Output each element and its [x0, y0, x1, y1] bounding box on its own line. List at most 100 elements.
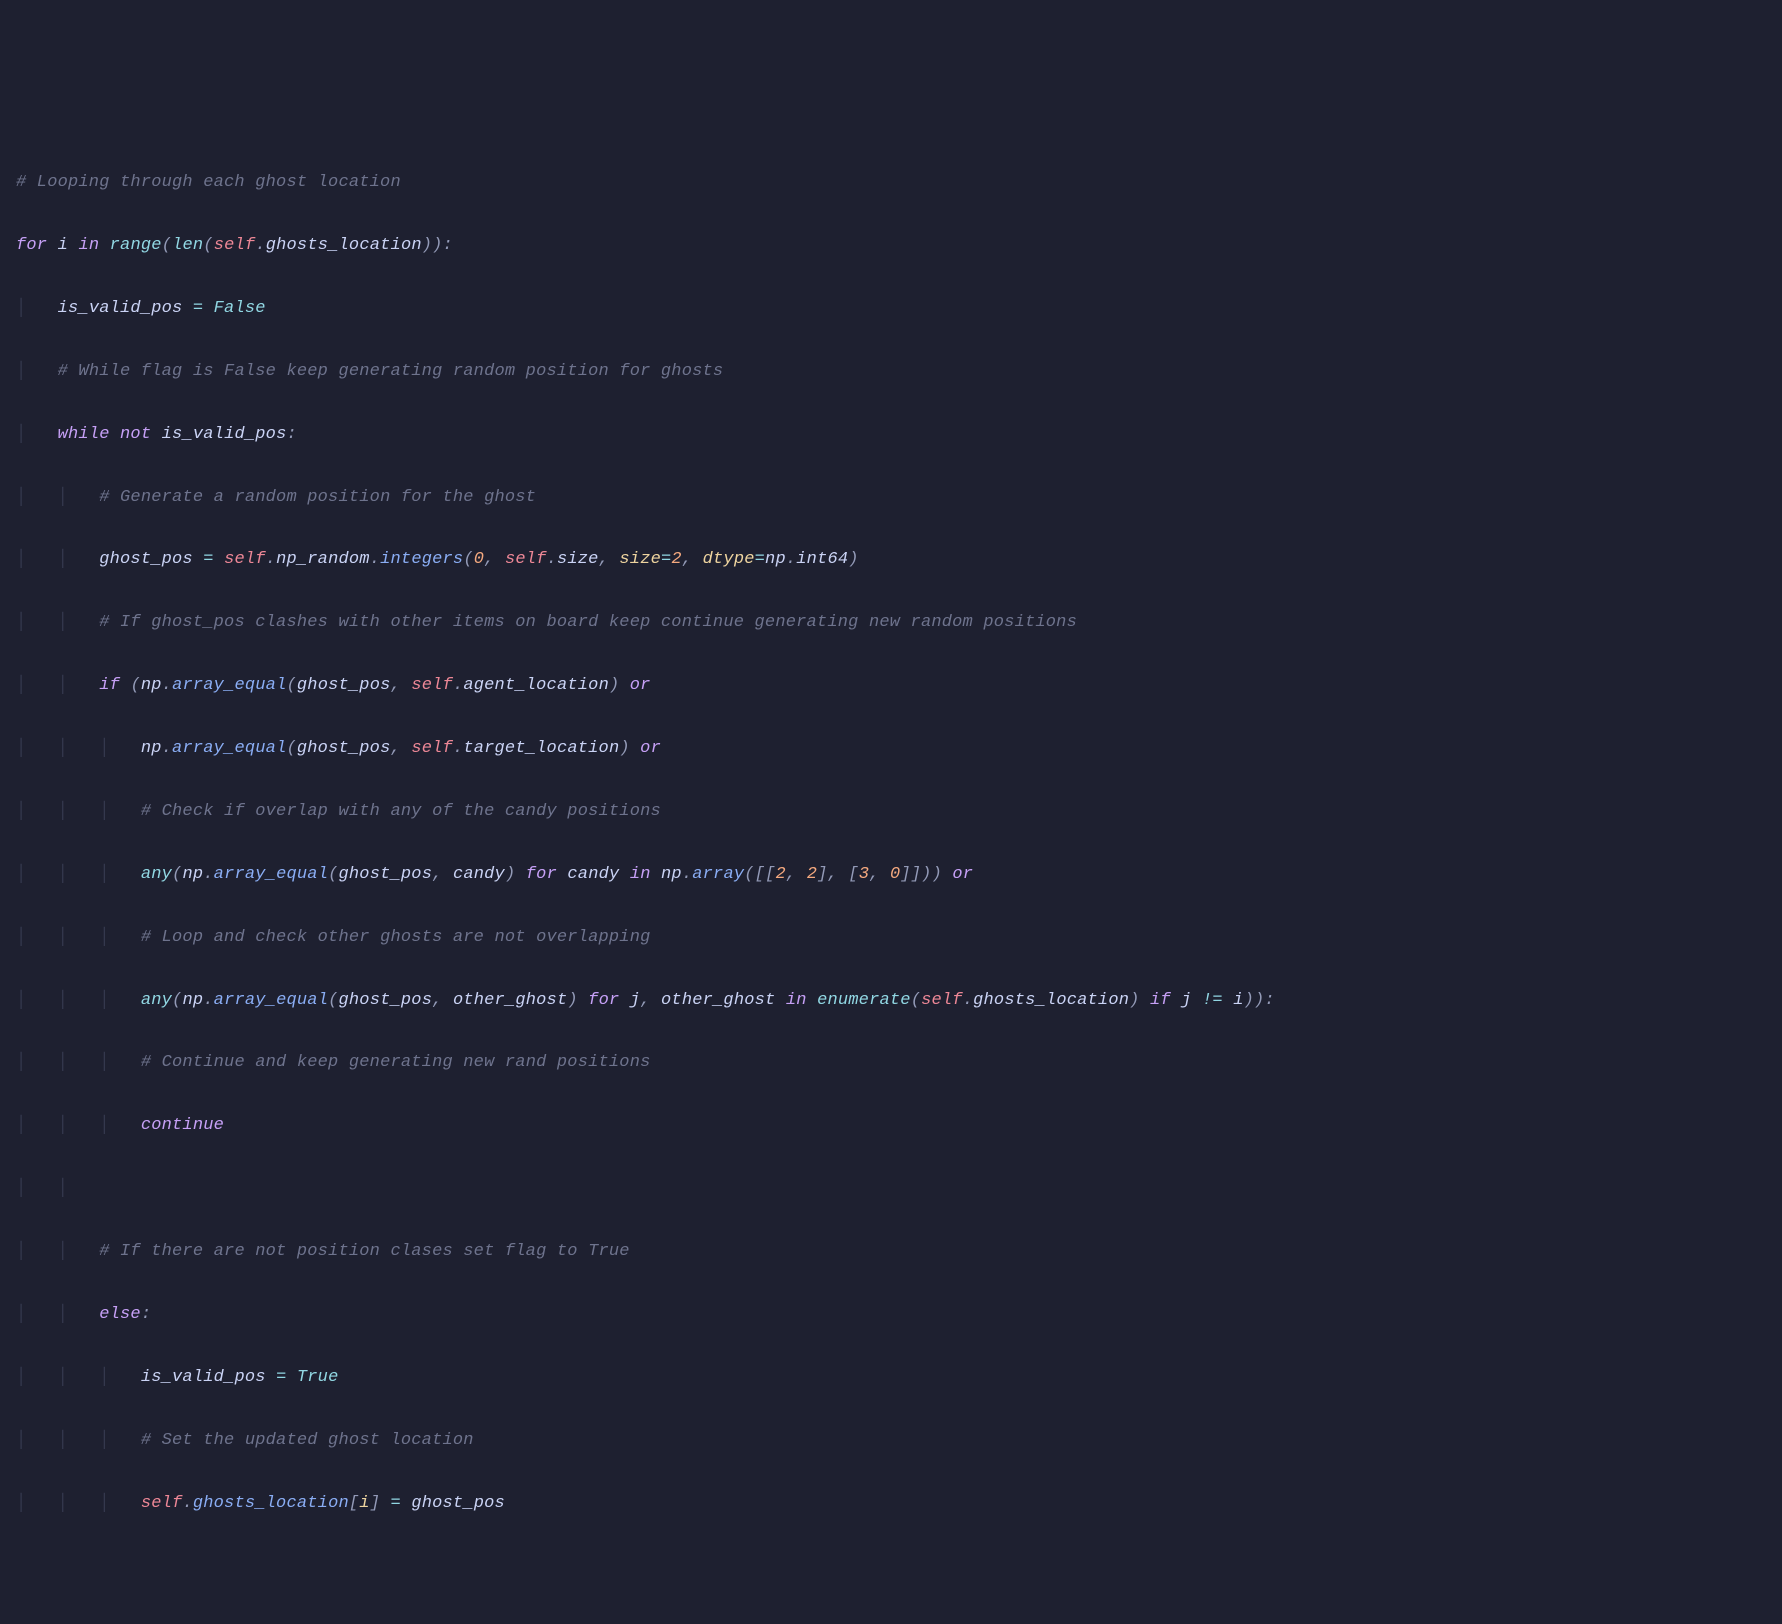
- var-ghost-pos: ghost_pos: [339, 991, 433, 1010]
- keyword-in: in: [786, 991, 807, 1010]
- prop-ghosts-location: ghosts_location: [193, 1494, 349, 1513]
- code-line: │ │ │ np.array_equal(ghost_pos, self.tar…: [16, 733, 1766, 764]
- module-np: np: [182, 865, 203, 884]
- literal-3: 3: [859, 865, 869, 884]
- var-ghost-pos: ghost_pos: [297, 676, 391, 695]
- code-line: │ │ if (np.array_equal(ghost_pos, self.a…: [16, 670, 1766, 701]
- prop-size: size: [557, 550, 599, 569]
- prop-agent-location: agent_location: [463, 676, 609, 695]
- prop-target-location: target_location: [463, 739, 619, 758]
- keyword-for: for: [588, 991, 619, 1010]
- prop-ghosts-location: ghosts_location: [266, 236, 422, 255]
- builtin-any: any: [141, 865, 172, 884]
- param-size: size: [619, 550, 661, 569]
- keyword-for: for: [16, 236, 47, 255]
- comment: # Looping through each ghost location: [16, 173, 401, 192]
- method-array: array: [692, 865, 744, 884]
- literal-0: 0: [890, 865, 900, 884]
- keyword-else: else: [99, 1305, 141, 1324]
- prop-int64: int64: [796, 550, 848, 569]
- code-line: │ │ │ any(np.array_equal(ghost_pos, othe…: [16, 985, 1766, 1016]
- comment: # If ghost_pos clashes with other items …: [99, 613, 1077, 632]
- prop-np-random: np_random: [276, 550, 370, 569]
- keyword-or: or: [640, 739, 661, 758]
- literal-true: True: [297, 1368, 339, 1387]
- comment: # Generate a random position for the gho…: [99, 488, 536, 507]
- code-line: │ is_valid_pos = False: [16, 293, 1766, 324]
- code-line: │ │ │ # Loop and check other ghosts are …: [16, 922, 1766, 953]
- var-i: i: [58, 236, 68, 255]
- keyword-if: if: [99, 676, 120, 695]
- code-line: │ │ │ # Continue and keep generating new…: [16, 1047, 1766, 1078]
- code-line: │ │ │ is_valid_pos = True: [16, 1362, 1766, 1393]
- var-ghost-pos: ghost_pos: [297, 739, 391, 758]
- self-ref: self: [141, 1494, 183, 1513]
- keyword-for: for: [526, 865, 557, 884]
- code-line: for i in range(len(self.ghosts_location)…: [16, 230, 1766, 261]
- comment: # Set the updated ghost location: [141, 1431, 474, 1450]
- self-ref: self: [411, 676, 453, 695]
- keyword-if: if: [1150, 991, 1171, 1010]
- keyword-not: not: [120, 425, 151, 444]
- keyword-or: or: [952, 865, 973, 884]
- code-line: │ │ # If ghost_pos clashes with other it…: [16, 607, 1766, 638]
- code-line: │ while not is_valid_pos:: [16, 419, 1766, 450]
- var-is-valid-pos: is_valid_pos: [58, 299, 183, 318]
- module-np: np: [141, 676, 162, 695]
- method-integers: integers: [380, 550, 463, 569]
- literal-2: 2: [775, 865, 785, 884]
- comment: # While flag is False keep generating ra…: [58, 362, 724, 381]
- code-line: # Looping through each ghost location: [16, 167, 1766, 198]
- module-np: np: [141, 739, 162, 758]
- var-i: i: [1233, 991, 1243, 1010]
- comment: # If there are not position clases set f…: [99, 1242, 630, 1261]
- code-line: │ │ ghost_pos = self.np_random.integers(…: [16, 544, 1766, 575]
- var-ghost-pos: ghost_pos: [339, 865, 433, 884]
- op-assign: =: [276, 1368, 286, 1387]
- builtin-any: any: [141, 991, 172, 1010]
- method-array-equal: array_equal: [172, 676, 286, 695]
- self-ref: self: [214, 236, 256, 255]
- var-j: j: [1181, 991, 1191, 1010]
- builtin-range: range: [110, 236, 162, 255]
- method-array-equal: array_equal: [172, 739, 286, 758]
- var-other-ghost: other_ghost: [453, 991, 567, 1010]
- self-ref: self: [505, 550, 547, 569]
- code-line: │ │ # If there are not position clases s…: [16, 1236, 1766, 1267]
- method-array-equal: array_equal: [214, 991, 328, 1010]
- var-j: j: [630, 991, 640, 1010]
- var-i: i: [359, 1494, 369, 1513]
- var-candy: candy: [567, 865, 619, 884]
- var-is-valid-pos: is_valid_pos: [141, 1368, 266, 1387]
- code-line: │ │ else:: [16, 1299, 1766, 1330]
- keyword-in: in: [78, 236, 99, 255]
- self-ref: self: [921, 991, 963, 1010]
- code-editor[interactable]: # Looping through each ghost location fo…: [16, 136, 1766, 1551]
- op-assign: =: [391, 1494, 401, 1513]
- prop-ghosts-location: ghosts_location: [973, 991, 1129, 1010]
- var-is-valid-pos: is_valid_pos: [162, 425, 287, 444]
- code-line: │ │ │ self.ghosts_location[i] = ghost_po…: [16, 1488, 1766, 1519]
- code-line: │ │ │ # Set the updated ghost location: [16, 1425, 1766, 1456]
- literal-0: 0: [474, 550, 484, 569]
- literal-2: 2: [807, 865, 817, 884]
- keyword-in: in: [630, 865, 651, 884]
- keyword-continue: continue: [141, 1116, 224, 1135]
- literal-2: 2: [671, 550, 681, 569]
- module-np: np: [765, 550, 786, 569]
- comment: # Loop and check other ghosts are not ov…: [141, 928, 651, 947]
- op-assign: =: [193, 299, 203, 318]
- keyword-while: while: [58, 425, 110, 444]
- var-other-ghost: other_ghost: [661, 991, 775, 1010]
- code-line: │ │ # Generate a random position for the…: [16, 482, 1766, 513]
- module-np: np: [182, 991, 203, 1010]
- builtin-enumerate: enumerate: [817, 991, 911, 1010]
- var-ghost-pos: ghost_pos: [99, 550, 193, 569]
- module-np: np: [661, 865, 682, 884]
- builtin-len: len: [172, 236, 203, 255]
- code-line: │ │ │ continue: [16, 1110, 1766, 1141]
- code-line: │ │ │ any(np.array_equal(ghost_pos, cand…: [16, 859, 1766, 890]
- comment: # Check if overlap with any of the candy…: [141, 802, 661, 821]
- op-ne: !=: [1202, 991, 1223, 1010]
- var-ghost-pos: ghost_pos: [411, 1494, 505, 1513]
